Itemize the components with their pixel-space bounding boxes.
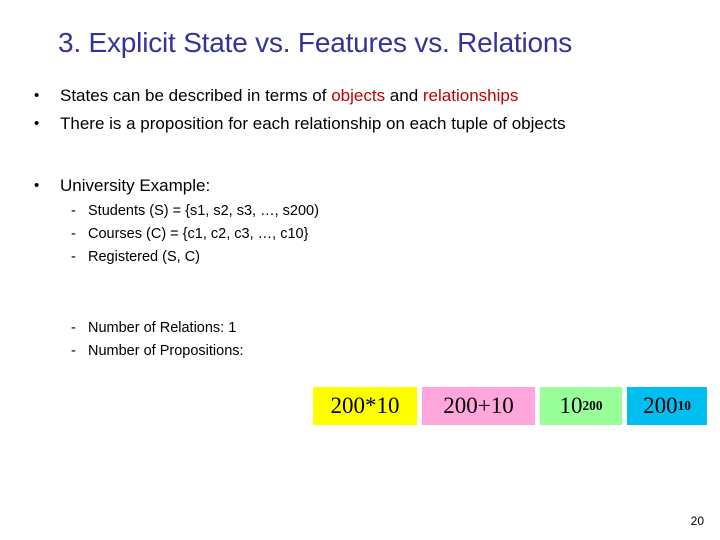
dash-marker-icon: - — [71, 203, 76, 219]
sub-bullet-label: Courses (C) = {c1, c2, c3, …, c10} — [88, 226, 309, 242]
expression-box-pink: 200+10 — [422, 387, 535, 425]
bullet-text-segment: University Example: — [60, 176, 211, 195]
expression-box-cyan: 200 10 — [627, 387, 707, 425]
expression-box-green: 10 200 — [540, 387, 622, 425]
bullet-marker-icon: • — [34, 177, 40, 194]
sub-bullet-number-of-relations: - Number of Relations: 1 — [0, 317, 720, 340]
bullet-text-objects: objects — [331, 86, 386, 105]
bullet-marker-icon: • — [34, 87, 40, 104]
bullet-item-states: • States can be described in terms of obj… — [0, 82, 720, 110]
sub-bullet-label: Number of Relations: 1 — [88, 320, 237, 336]
bullet-text-relationships: relationships — [422, 86, 519, 105]
expression-base: 10 — [559, 393, 583, 418]
expression-base: 200*10 — [330, 393, 400, 418]
sub-bullet-label: Students (S) = {s1, s2, s3, …, s200) — [88, 203, 319, 219]
dash-marker-icon: - — [71, 320, 76, 336]
slide-canvas: 3. Explicit State vs. Features vs. Relat… — [0, 0, 720, 540]
bullet-item-university-example: • University Example: — [0, 172, 720, 200]
bullet-item-proposition: • There is a proposition for each relatio… — [0, 110, 720, 138]
dash-marker-icon: - — [71, 343, 76, 359]
bullet-text-segment: There is a proposition for each relation… — [60, 114, 566, 133]
bullet-text-segment: and — [385, 86, 423, 105]
page-number: 20 — [690, 514, 704, 528]
expression-box-group: 200*10 200+10 10 200 200 10 — [313, 387, 707, 425]
page-title: 3. Explicit State vs. Features vs. Relat… — [58, 27, 573, 58]
sub-bullet-number-of-propositions: - Number of Propositions: — [0, 340, 720, 363]
sub-bullet-courses: - Courses (C) = {c1, c2, c3, …, c10} — [0, 223, 720, 246]
sub-bullet-students: - Students (S) = {s1, s2, s3, …, s200) — [0, 200, 720, 223]
sub-bullet-label: Registered (S, C) — [88, 249, 201, 265]
bullet-marker-icon: • — [34, 115, 40, 132]
slide-body: • States can be described in terms of obj… — [0, 82, 720, 363]
sub-bullet-registered: - Registered (S, C) — [0, 246, 720, 269]
expression-base: 200+10 — [443, 393, 514, 418]
bullet-text-segment: States can be described in terms of — [60, 86, 332, 105]
expression-base: 200 — [643, 393, 678, 418]
sub-bullet-label: Number of Propositions: — [88, 343, 244, 359]
expression-box-yellow: 200*10 — [313, 387, 417, 425]
dash-marker-icon: - — [71, 249, 76, 265]
dash-marker-icon: - — [71, 226, 76, 242]
